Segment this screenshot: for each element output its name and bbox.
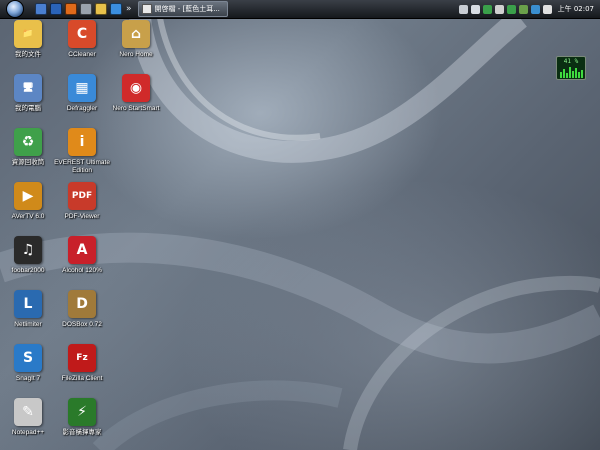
desktop-icon-defraggler[interactable]: ▦ Defraggler [52,74,112,124]
desktop-icon-label: CCleaner [68,51,96,58]
netlimiter-icon: L [14,290,42,318]
start-button[interactable] [6,0,24,18]
download-icon[interactable] [506,4,516,14]
network-icon[interactable] [470,4,480,14]
filezilla-icon: Fz [68,344,96,372]
recycle-bin-icon: ♻ [14,128,42,156]
desktop-icon-label: Netlimiter [14,321,42,328]
clock[interactable]: 上午 02:07 [558,4,594,14]
desktop-icon-label: Nero StartSmart [112,105,160,112]
video-expert-icon: ⚡ [68,398,96,426]
taskbar: » 開啓檔 - [藍色土耳... 上午 02:07 [0,0,600,19]
desktop-icon-netlimiter[interactable]: L Netlimiter [0,290,58,340]
desktop-icon-my-computer[interactable]: 🖥 我的電腦 [0,74,58,124]
explorer-icon[interactable] [35,3,47,15]
folder-icon[interactable] [95,3,107,15]
volume-icon[interactable] [542,4,552,14]
security-icon[interactable] [530,4,540,14]
alcohol-icon: A [68,236,96,264]
taskbar-button-label: 開啓檔 - [藍色土耳... [154,5,220,13]
shield-icon[interactable] [482,4,492,14]
my-computer-icon: 🖥 [14,74,42,102]
desktop-icon-label: EVEREST Ultimate Edition [54,159,110,174]
foobar2000-icon: ♫ [14,236,42,264]
desktop-icon-everest[interactable]: i EVEREST Ultimate Edition [52,128,112,178]
settings-icon[interactable] [80,3,92,15]
firefox-icon[interactable] [65,3,77,15]
window-icon [141,4,152,14]
ccleaner-icon: C [68,20,96,48]
desktop-icon-label: 影音橫揮專家 [62,429,102,436]
desktop-icon-label: 資源回收筒 [11,159,45,166]
desktop-icon-label: foobar2000 [11,267,45,274]
ie-icon[interactable] [110,3,122,15]
desktop-icon-filezilla[interactable]: Fz FileZilla Client [52,344,112,394]
dosbox-icon: D [68,290,96,318]
desktop-icon-label: SnagIt 7 [15,375,41,382]
desktop-icon-dosbox[interactable]: D DOSBox 0.72 [52,290,112,340]
nero-startsmart-icon: ◉ [122,74,150,102]
desktop-icon-foobar2000[interactable]: ♫ foobar2000 [0,236,58,286]
quick-launch-bar [32,3,122,15]
desktop-icon-ccleaner[interactable]: C CCleaner [52,20,112,70]
outlook-icon[interactable] [50,3,62,15]
notepad-plus-plus-icon: ✎ [14,398,42,426]
desktop-icon-nero-startsmart[interactable]: ◉ Nero StartSmart [106,74,166,124]
system-tray: 上午 02:07 [456,0,600,18]
desktop-icon-recycle-bin[interactable]: ♻ 資源回收筒 [0,128,58,178]
taskbar-button-open-file[interactable]: 開啓檔 - [藍色土耳... [137,1,228,17]
desktop-icon-label: 我的電腦 [15,105,41,112]
desktop-icon-avertv[interactable]: ▶ AVerTV 6.0 [0,182,58,232]
desktop-icon-pdf-viewer[interactable]: PDF PDF-Viewer [52,182,112,232]
desktop-icon-snagit[interactable]: S SnagIt 7 [0,344,58,394]
desktop-icon-label: 我的文件 [15,51,41,58]
desktop-icon-label: Nero Home [119,51,153,58]
keyboard-icon[interactable] [458,4,468,14]
everest-icon: i [68,128,96,156]
desktop-icon-label: FileZilla Client [61,375,103,382]
desktop-icon-label: AVerTV 6.0 [11,213,45,220]
defraggler-icon: ▦ [68,74,96,102]
desktop-icon-label: Defraggler [66,105,98,112]
user-icon[interactable] [518,4,528,14]
cpu-usage-text: 41 % [563,58,579,65]
desktop-icon-label: Alcohol 120% [62,267,102,274]
nero-home-icon: ⌂ [122,20,150,48]
desktop-icon-notepad-plus-plus[interactable]: ✎ Notepad++ [0,398,58,448]
desktop-icon-video-expert[interactable]: ⚡ 影音橫揮專家 [52,398,112,448]
cpu-meter-gadget[interactable]: 41 % [556,56,586,80]
desktop-icon-nero-home[interactable]: ⌂ Nero Home [106,20,166,70]
desktop-icon-alcohol[interactable]: A Alcohol 120% [52,236,112,286]
desktop-background[interactable]: 41 % 📁 我的文件 🖥 我的電腦 ♻ 資源回收筒 ▶ AVerTV 6.0 ♫ foobar2… [0,18,600,450]
snagit-icon: S [14,344,42,372]
pdf-viewer-icon: PDF [68,182,96,210]
desktop-icon-label: Notepad++ [11,429,45,436]
desktop-icon-label: DOSBox 0.72 [62,321,102,328]
desktop-icon-label: PDF-Viewer [64,213,100,220]
desktop-icon-my-documents[interactable]: 📁 我的文件 [0,20,58,70]
avertv-icon: ▶ [14,182,42,210]
chevron-left-icon[interactable] [494,4,504,14]
quick-launch-more-icon[interactable]: » [126,4,132,14]
my-documents-icon: 📁 [14,20,42,48]
